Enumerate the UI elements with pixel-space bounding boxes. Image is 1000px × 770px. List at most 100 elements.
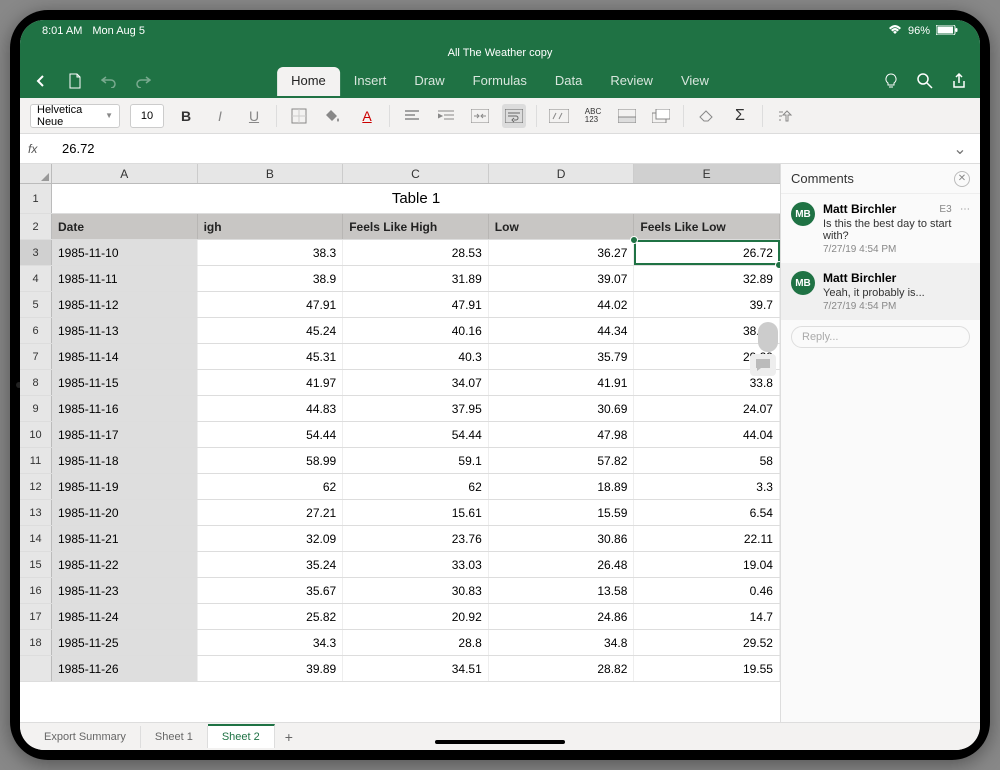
font-size-select[interactable]: 10: [130, 104, 164, 128]
cell[interactable]: 22.11: [634, 526, 780, 551]
cell[interactable]: 28.53: [343, 240, 489, 265]
cell[interactable]: 15.61: [343, 500, 489, 525]
cell[interactable]: 1985-11-16: [52, 396, 198, 421]
cell[interactable]: 1985-11-24: [52, 604, 198, 629]
cell[interactable]: 34.3: [198, 630, 344, 655]
back-button[interactable]: [32, 72, 50, 90]
row-header[interactable]: 1: [20, 184, 52, 213]
cell[interactable]: 30.69: [489, 396, 635, 421]
sheet-tab[interactable]: Sheet 2: [208, 724, 275, 748]
cell[interactable]: 1985-11-17: [52, 422, 198, 447]
expand-formula-icon[interactable]: ⌄: [948, 139, 972, 159]
scroll-thumb[interactable]: [758, 322, 778, 352]
header-cell[interactable]: Feels Like High: [343, 214, 489, 239]
bold-button[interactable]: B: [174, 104, 198, 128]
cell[interactable]: 35.79: [489, 344, 635, 369]
share-icon[interactable]: [950, 72, 968, 90]
tab-data[interactable]: Data: [541, 67, 596, 96]
row-header[interactable]: 2: [20, 214, 52, 239]
cell[interactable]: 38.9: [198, 266, 344, 291]
align-button[interactable]: [400, 104, 424, 128]
row-header[interactable]: 11: [20, 448, 52, 473]
cell[interactable]: 38.3: [198, 240, 344, 265]
cell[interactable]: 59.1: [343, 448, 489, 473]
cell[interactable]: 29.52: [634, 630, 780, 655]
cell[interactable]: 39.7: [634, 292, 780, 317]
cell[interactable]: 32.09: [198, 526, 344, 551]
cell[interactable]: 0.46: [634, 578, 780, 603]
cell[interactable]: 19.55: [634, 656, 780, 681]
row-header[interactable]: [20, 656, 52, 681]
sort-filter-button[interactable]: [773, 104, 797, 128]
tab-review[interactable]: Review: [596, 67, 667, 96]
cell[interactable]: 14.7: [634, 604, 780, 629]
cell[interactable]: 37.95: [343, 396, 489, 421]
col-header-C[interactable]: C: [343, 164, 489, 183]
cell[interactable]: 1985-11-11: [52, 266, 198, 291]
row-header[interactable]: 7: [20, 344, 52, 369]
header-cell[interactable]: Date: [52, 214, 198, 239]
comment-indicator-icon[interactable]: [750, 354, 776, 376]
cell[interactable]: 24.07: [634, 396, 780, 421]
col-header-E[interactable]: E: [634, 164, 780, 183]
cell[interactable]: 28.8: [343, 630, 489, 655]
cell[interactable]: 1985-11-25: [52, 630, 198, 655]
cell[interactable]: 45.24: [198, 318, 344, 343]
cell[interactable]: 44.34: [489, 318, 635, 343]
formula-input[interactable]: 26.72: [62, 141, 938, 156]
row-header[interactable]: 8: [20, 370, 52, 395]
borders-button[interactable]: [287, 104, 311, 128]
cell[interactable]: 1985-11-18: [52, 448, 198, 473]
cell[interactable]: 32.89: [634, 266, 780, 291]
col-header-B[interactable]: B: [198, 164, 344, 183]
cell[interactable]: 47.91: [343, 292, 489, 317]
cell[interactable]: 1985-11-19: [52, 474, 198, 499]
reply-input[interactable]: Reply...: [791, 326, 970, 348]
cell[interactable]: 26.72: [634, 240, 780, 265]
cell[interactable]: 1985-11-12: [52, 292, 198, 317]
cell[interactable]: 6.54: [634, 500, 780, 525]
cell[interactable]: 24.86: [489, 604, 635, 629]
cell[interactable]: 23.76: [343, 526, 489, 551]
lightbulb-icon[interactable]: [882, 72, 900, 90]
select-all-corner[interactable]: [20, 164, 52, 183]
cell[interactable]: 1985-11-14: [52, 344, 198, 369]
search-icon[interactable]: [916, 72, 934, 90]
cell[interactable]: 34.8: [489, 630, 635, 655]
cell[interactable]: 31.89: [343, 266, 489, 291]
row-header[interactable]: 12: [20, 474, 52, 499]
cell[interactable]: 41.97: [198, 370, 344, 395]
header-cell[interactable]: igh: [198, 214, 344, 239]
cell[interactable]: 27.21: [198, 500, 344, 525]
row-header[interactable]: 3: [20, 240, 52, 265]
cell[interactable]: 34.51: [343, 656, 489, 681]
sheet-tab[interactable]: Export Summary: [30, 726, 141, 748]
table-title-cell[interactable]: Table 1: [52, 184, 780, 213]
fill-color-button[interactable]: [321, 104, 345, 128]
row-header[interactable]: 15: [20, 552, 52, 577]
row-header[interactable]: 17: [20, 604, 52, 629]
cell[interactable]: 1985-11-20: [52, 500, 198, 525]
cell[interactable]: 35.24: [198, 552, 344, 577]
header-cell[interactable]: Feels Like Low: [634, 214, 780, 239]
comment-item[interactable]: MB Matt BirchlerE3 ⋯ Is this the best da…: [781, 194, 980, 263]
row-header[interactable]: 10: [20, 422, 52, 447]
cell[interactable]: 30.83: [343, 578, 489, 603]
row-header[interactable]: 16: [20, 578, 52, 603]
sheet-tab[interactable]: Sheet 1: [141, 726, 208, 748]
cell[interactable]: 1985-11-22: [52, 552, 198, 577]
number-format-button[interactable]: [547, 104, 571, 128]
add-sheet-button[interactable]: +: [275, 729, 303, 745]
undo-button[interactable]: [100, 72, 118, 90]
cell[interactable]: 19.04: [634, 552, 780, 577]
cell[interactable]: 40.16: [343, 318, 489, 343]
cell[interactable]: 1985-11-26: [52, 656, 198, 681]
row-header[interactable]: 18: [20, 630, 52, 655]
cell[interactable]: 1985-11-15: [52, 370, 198, 395]
cell[interactable]: 26.48: [489, 552, 635, 577]
cell[interactable]: 33.03: [343, 552, 489, 577]
cell[interactable]: 45.31: [198, 344, 344, 369]
cell[interactable]: 1985-11-21: [52, 526, 198, 551]
italic-button[interactable]: I: [208, 104, 232, 128]
row-header[interactable]: 6: [20, 318, 52, 343]
